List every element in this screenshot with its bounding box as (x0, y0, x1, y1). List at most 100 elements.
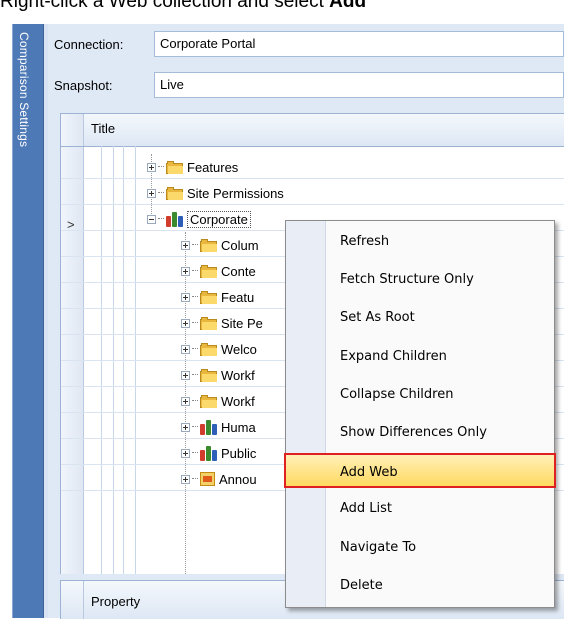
tree-row-label: Conte (221, 263, 256, 279)
expand-icon[interactable] (181, 266, 190, 276)
tree-row[interactable]: Features (147, 156, 238, 178)
title-column-header[interactable]: Title (91, 121, 115, 136)
tree-row-label: Workf (221, 367, 255, 383)
instruction-caption: Right-click a Web collection and select … (0, 0, 564, 14)
expand-icon[interactable] (181, 370, 190, 380)
web-icon (166, 211, 183, 227)
tree-row-label: Corporate (187, 210, 251, 228)
menu-item-label: Fetch Structure Only (340, 272, 474, 288)
folder-icon (166, 186, 183, 200)
tree-row-label: Workf (221, 393, 255, 409)
row-indicator-column (61, 114, 84, 592)
menu-item-add-list[interactable]: Add List (288, 491, 550, 526)
tree-connector (192, 348, 198, 350)
menu-item-set-as-root[interactable]: Set As Root (288, 300, 550, 335)
menu-item-collapse-children[interactable]: Collapse Children (288, 377, 550, 412)
snapshot-label: Snapshot: (54, 78, 113, 93)
expand-icon[interactable] (181, 344, 190, 354)
menu-item-add-web[interactable]: Add Web (284, 453, 556, 489)
tree-row-label: Welco (221, 341, 257, 357)
menu-item-label: Collapse Children (340, 386, 454, 402)
property-column-header[interactable]: Property (91, 594, 140, 609)
tree-row-label: Featu (221, 289, 255, 305)
connection-field[interactable]: Corporate Portal (154, 31, 564, 57)
tree-connector (192, 478, 198, 480)
tree-connector (192, 426, 198, 428)
tree-connector (158, 218, 164, 220)
row-divider (61, 204, 564, 205)
list-icon (200, 472, 215, 486)
tree-row-label: Huma (221, 419, 256, 435)
folder-icon (200, 290, 217, 304)
tree-connector (192, 296, 198, 298)
tree-row[interactable]: Conte (181, 260, 256, 282)
folder-icon (200, 238, 217, 252)
tree-row[interactable]: Colum (181, 234, 259, 256)
property-indicator-cell (61, 581, 84, 619)
tree-row[interactable]: Corporate (147, 208, 251, 230)
expand-icon[interactable] (181, 240, 190, 250)
folder-icon (200, 368, 217, 382)
tree-row-label: Colum (221, 237, 259, 253)
caption-text: Right-click a Web collection and select (0, 0, 330, 12)
menu-item-delete[interactable]: Delete (288, 568, 550, 603)
folder-icon (200, 316, 217, 330)
folder-icon (200, 264, 217, 278)
tree-connector (158, 166, 164, 168)
header-indicator-cell (61, 114, 84, 146)
tree-guide-line (113, 146, 114, 592)
tree-row-label: Site Permissions (187, 185, 284, 201)
tree-row-label: Annou (219, 471, 257, 487)
expand-icon[interactable] (181, 422, 190, 432)
tree-guide-line (123, 146, 124, 592)
connection-label: Connection: (54, 37, 124, 52)
row-divider (61, 178, 564, 179)
menu-item-label: Expand Children (340, 348, 447, 364)
tree-guide-line (101, 146, 102, 592)
web-icon (200, 419, 217, 435)
menu-item-refresh[interactable]: Refresh (288, 224, 550, 259)
menu-item-label: Add Web (340, 465, 398, 481)
menu-item-label: Refresh (340, 234, 390, 249)
tree-row[interactable]: Featu (181, 286, 254, 308)
menu-item-label: Add List (340, 501, 393, 517)
grid-header: Title (61, 114, 564, 147)
tree-row[interactable]: Huma (181, 416, 256, 438)
expand-icon[interactable] (181, 318, 190, 328)
expand-icon[interactable] (147, 162, 156, 172)
menu-item-navigate-to[interactable]: Navigate To (288, 530, 550, 565)
expand-icon[interactable] (181, 474, 190, 484)
snapshot-field[interactable]: Live (154, 72, 564, 98)
tree-row[interactable]: Annou (181, 468, 257, 490)
menu-item-show-differences-only[interactable]: Show Differences Only (288, 415, 550, 450)
caption-bold: Add (329, 0, 367, 12)
tree-connector (158, 192, 164, 194)
tree-connector (192, 322, 198, 324)
tree-connector (192, 244, 198, 246)
menu-item-expand-children[interactable]: Expand Children (288, 339, 550, 374)
tree-row-label: Site Pe (221, 315, 263, 331)
expand-icon[interactable] (181, 292, 190, 302)
folder-icon (200, 394, 217, 408)
expand-icon[interactable] (147, 188, 156, 198)
menu-item-label: Delete (340, 577, 383, 593)
tree-row[interactable]: Site Pe (181, 312, 263, 334)
folder-icon (166, 160, 183, 174)
menu-item-fetch-structure-only[interactable]: Fetch Structure Only (288, 262, 550, 297)
tree-row[interactable]: Public (181, 442, 256, 464)
menu-item-label: Set As Root (340, 310, 415, 326)
tree-row[interactable]: Welco (181, 338, 257, 360)
menu-item-label: Show Differences Only (340, 425, 487, 440)
tree-guide-line (135, 146, 136, 592)
expand-icon[interactable] (181, 396, 190, 406)
tree-row-label: Public (221, 445, 257, 461)
comparison-settings-tab[interactable]: Comparison Settings (13, 24, 44, 618)
collapse-icon[interactable] (147, 214, 156, 224)
tree-row[interactable]: Site Permissions (147, 182, 284, 204)
tree-connector (192, 400, 198, 402)
tree-row[interactable]: Workf (181, 390, 255, 412)
tree-row[interactable]: Workf (181, 364, 255, 386)
tree-connector (192, 374, 198, 376)
expand-icon[interactable] (181, 448, 190, 458)
menu-item-label: Navigate To (340, 539, 417, 555)
